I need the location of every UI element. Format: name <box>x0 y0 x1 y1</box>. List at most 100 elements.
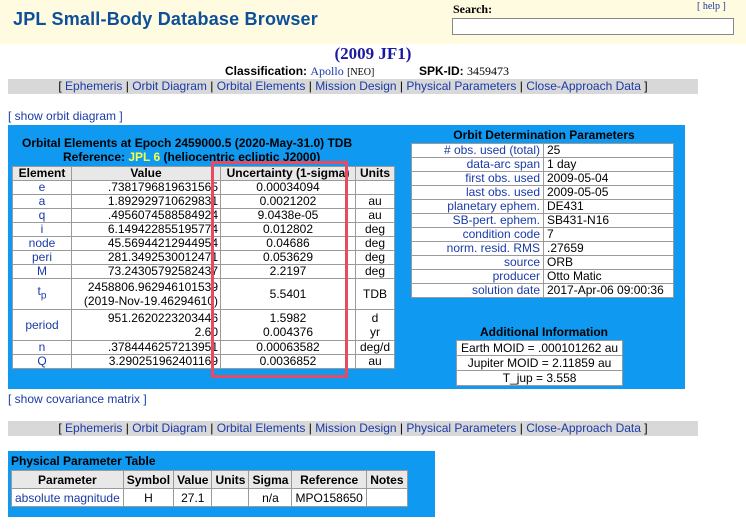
od-key-link[interactable]: producer <box>411 269 544 284</box>
show-orbit-diagram-link[interactable]: [ show orbit diagram ] <box>8 109 123 123</box>
table-row: norm. resid. RMS .27659 <box>411 241 674 256</box>
table-row: n .3784446257213951 0.00063582 deg/d <box>12 340 395 355</box>
element-e-link[interactable]: e <box>12 180 72 195</box>
element-n-link[interactable]: n <box>12 340 72 355</box>
orbit-determination-title: Orbit Determination Parameters <box>453 128 635 142</box>
od-key-link[interactable]: source <box>411 255 544 270</box>
nav-ephemeris[interactable]: Ephemeris <box>65 79 122 93</box>
od-key-link[interactable]: data-arc span <box>411 157 544 172</box>
reference-jpl6-link[interactable]: JPL 6 <box>128 150 160 164</box>
section-nav-bottom: [ Ephemeris | Orbit Diagram | Orbital El… <box>8 421 698 436</box>
element-unit <box>355 180 395 195</box>
element-peri-link[interactable]: peri <box>12 250 72 265</box>
pp-header-sigma: Sigma <box>248 470 293 489</box>
element-Q-link[interactable]: Q <box>12 354 72 369</box>
period-years: 2.60 <box>194 325 218 339</box>
element-uncertainty: 2.2197 <box>220 264 356 279</box>
element-value: 45.56944212944954 <box>71 236 221 251</box>
od-value: 2009-05-04 <box>543 171 674 186</box>
table-row: source ORB <box>411 255 674 270</box>
element-unit: deg/d <box>355 340 395 355</box>
table-row: Earth MOID = .000101262 au <box>455 340 624 356</box>
element-node-link[interactable]: node <box>12 236 72 251</box>
orbit-determination-table: # obs. used (total) 25 data-arc span 1 day… <box>411 143 674 298</box>
element-M-link[interactable]: M <box>12 264 72 279</box>
col-header-uncertainty: Uncertainty (1-sigma) <box>220 166 356 181</box>
element-unit: d yr <box>355 309 395 341</box>
nav-orbital-elements[interactable]: Orbital Elements <box>217 421 306 435</box>
period-days: 951.2620223203446 <box>107 311 218 325</box>
help-link[interactable]: [ help ] <box>697 1 726 12</box>
pp-header-symbol: Symbol <box>122 470 175 489</box>
element-value: 281.3492530012471 <box>71 250 221 265</box>
classification-label: Classification: <box>225 64 308 78</box>
od-key-link[interactable]: norm. resid. RMS <box>411 241 544 256</box>
table-row: solution date 2017-Apr-06 09:00:36 <box>411 283 674 298</box>
element-value: .4956074588584924 <box>71 208 221 223</box>
table-row: absolute magnitude H 27.1 n/a MPO158650 <box>11 488 408 507</box>
od-key-link[interactable]: condition code <box>411 227 544 242</box>
element-uncertainty: 9.0438e-05 <box>220 208 356 223</box>
period-unc-years: 0.004376 <box>262 325 314 339</box>
table-row: producer Otto Matic <box>411 269 674 284</box>
nav-close-approach-data[interactable]: Close-Approach Data <box>526 421 641 435</box>
nav-orbital-elements[interactable]: Orbital Elements <box>217 79 306 93</box>
element-value: 6.149422855195774 <box>71 222 221 237</box>
od-key-link[interactable]: first obs. used <box>411 171 544 186</box>
od-key-link[interactable]: solution date <box>411 283 544 298</box>
nav-close-approach-data[interactable]: Close-Approach Data <box>526 79 641 93</box>
element-period-link[interactable]: period <box>12 309 72 341</box>
t-jup: T_jup = 3.558 <box>455 370 624 386</box>
earth-moid: Earth MOID = .000101262 au <box>455 340 624 356</box>
od-key-link[interactable]: planetary ephem. <box>411 199 544 214</box>
pp-parameter-link[interactable]: absolute magnitude <box>11 488 124 507</box>
orbital-elements-table: Element Value Uncertainty (1-sigma) Unit… <box>12 166 395 369</box>
element-q-link[interactable]: q <box>12 208 72 223</box>
element-uncertainty: 0.00063582 <box>220 340 356 355</box>
search-input[interactable] <box>452 18 734 35</box>
element-value: .3784446257213951 <box>71 340 221 355</box>
table-row: e .7381796819631565 0.00034094 <box>12 180 395 195</box>
pp-value: 27.1 <box>173 488 213 507</box>
search-label: Search: <box>453 2 493 16</box>
nav-mission-design[interactable]: Mission Design <box>315 421 396 435</box>
element-unit: au <box>355 194 395 209</box>
col-header-units: Units <box>355 166 395 181</box>
section-nav-top: [ Ephemeris | Orbit Diagram | Orbital El… <box>8 79 698 94</box>
nav-mission-design[interactable]: Mission Design <box>315 79 396 93</box>
element-tp-link[interactable]: tp <box>12 278 72 310</box>
show-covariance-matrix-link[interactable]: [ show covariance matrix ] <box>8 392 147 406</box>
pp-header-parameter: Parameter <box>11 470 124 489</box>
physical-params-title: Physical Parameter Table <box>11 454 156 468</box>
od-key-link[interactable]: last obs. used <box>411 185 544 200</box>
table-row: first obs. used 2009-05-04 <box>411 171 674 186</box>
physical-params-table: Parameter Symbol Value Units Sigma Refer… <box>11 470 408 507</box>
pp-symbol: H <box>122 488 175 507</box>
od-value: Otto Matic <box>543 269 674 284</box>
nav-ephemeris[interactable]: Ephemeris <box>65 421 122 435</box>
nav-orbit-diagram[interactable]: Orbit Diagram <box>132 421 207 435</box>
element-value: 2458806.962946101539 (2019-Nov-19.4629461… <box>71 278 221 310</box>
element-uncertainty: 5.5401 <box>220 278 356 310</box>
nav-physical-parameters[interactable]: Physical Parameters <box>406 79 516 93</box>
element-uncertainty: 0.053629 <box>220 250 356 265</box>
element-i-link[interactable]: i <box>12 222 72 237</box>
element-a-link[interactable]: a <box>12 194 72 209</box>
neo-tag: [NEO] <box>347 67 375 78</box>
reference-suffix: (heliocentric ecliptic J2000) <box>160 150 321 164</box>
element-unit: deg <box>355 264 395 279</box>
classification-value-link[interactable]: Apollo <box>310 64 343 78</box>
element-uncertainty: 0.00034094 <box>220 180 356 195</box>
od-key-link[interactable]: SB-pert. ephem. <box>411 213 544 228</box>
od-key-link[interactable]: # obs. used (total) <box>411 143 544 158</box>
tp-sub: p <box>40 290 47 302</box>
jupiter-moid: Jupiter MOID = 2.11859 au <box>455 355 624 371</box>
reference-prefix: Reference: <box>63 150 129 164</box>
od-value: 2009-05-05 <box>543 185 674 200</box>
element-value: 73.24305792582437 <box>71 264 221 279</box>
table-row: planetary ephem. DE431 <box>411 199 674 214</box>
od-value: 1 day <box>543 157 674 172</box>
site-title[interactable]: JPL Small-Body Database Browser <box>13 9 318 30</box>
nav-orbit-diagram[interactable]: Orbit Diagram <box>132 79 207 93</box>
nav-physical-parameters[interactable]: Physical Parameters <box>406 421 516 435</box>
